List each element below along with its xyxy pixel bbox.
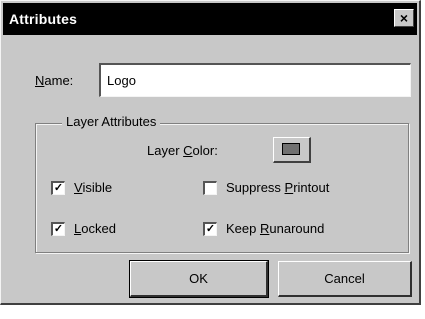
ok-button[interactable]: OK: [129, 260, 269, 298]
keep-runaround-checkbox[interactable]: ✓ Keep Runaround: [203, 221, 324, 236]
layer-color-label: Layer Color:: [147, 143, 218, 158]
suppress-printout-checkbox-label: Suppress Printout: [226, 180, 330, 195]
name-input[interactable]: [99, 63, 411, 97]
keep-runaround-checkbox-label: Keep Runaround: [226, 221, 325, 236]
layer-color-swatch: [282, 143, 300, 155]
suppress-printout-checkbox-box[interactable]: [203, 180, 217, 195]
dialog-title: Attributes: [9, 11, 78, 27]
name-label: Name:: [35, 73, 74, 88]
locked-checkbox-label: Locked: [74, 221, 116, 236]
attributes-dialog: Attributes × Name: Layer Attributes Laye…: [0, 0, 421, 305]
visible-checkbox[interactable]: ✓ Visible: [51, 180, 112, 195]
visible-checkbox-label: Visible: [74, 180, 113, 195]
layer-attributes-legend: Layer Attributes: [62, 114, 161, 129]
close-button[interactable]: ×: [394, 9, 414, 27]
title-bar[interactable]: Attributes ×: [3, 3, 417, 35]
locked-checkbox-box[interactable]: ✓: [51, 221, 65, 236]
locked-checkbox[interactable]: ✓ Locked: [51, 221, 116, 236]
keep-runaround-checkbox-box[interactable]: ✓: [203, 221, 217, 236]
close-icon: ×: [399, 10, 409, 26]
suppress-printout-checkbox[interactable]: Suppress Printout: [203, 180, 329, 195]
layer-color-button[interactable]: [273, 137, 311, 163]
cancel-button[interactable]: Cancel: [278, 261, 412, 297]
visible-checkbox-box[interactable]: ✓: [51, 180, 65, 195]
